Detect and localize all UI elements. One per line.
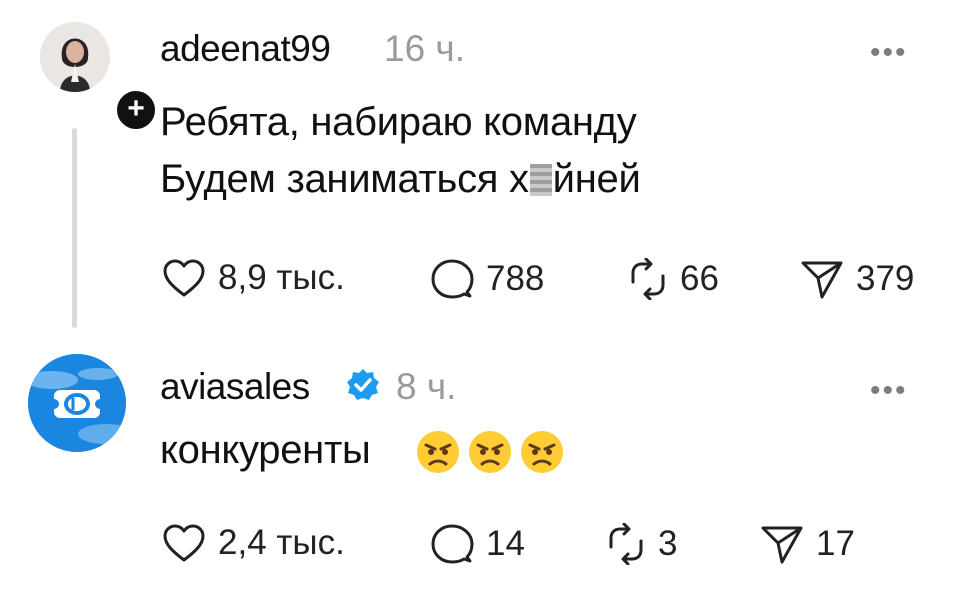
repost-icon [609,523,643,565]
verified-badge-icon [347,369,379,400]
angry-face-icon [417,431,459,473]
angry-face-icon [521,431,563,473]
comment-bubble-icon [431,259,474,299]
timestamp: 8 ч. [396,366,457,407]
follow-plus-icon[interactable]: + [113,87,159,133]
username[interactable]: aviasales [160,366,310,408]
like-button[interactable]: 2,4 тыс. [162,523,345,563]
like-count: 8,9 тыс. [218,258,345,297]
angry-face-icon [469,431,511,473]
post-text-line-1: Ребята, набираю команду [160,100,637,144]
share-count: 17 [816,524,855,563]
more-options-button[interactable]: ••• [870,376,908,406]
share-button[interactable]: 379 [800,258,914,300]
avatar[interactable]: + [40,22,159,133]
repost-count: 66 [680,259,719,298]
comment-button[interactable]: 788 [430,258,544,300]
username[interactable]: adeenat99 [160,28,331,70]
thread-line [72,128,77,328]
comment-bubble-icon [431,524,474,564]
send-icon [761,526,803,564]
censor-blur [529,164,552,196]
timestamp: 16 ч. [384,28,465,69]
more-options-button[interactable]: ••• [870,38,908,68]
post-text-line-1: конкуренты [160,428,371,472]
post-adeenat99: + adeenat99 16 ч. ••• Ребята, набираю ко… [0,0,960,340]
repost-button[interactable]: 66 [628,258,719,300]
post-text-line-2: Будем заниматься х йней [160,157,641,202]
send-icon [801,261,843,299]
like-button[interactable]: 8,9 тыс. [162,258,345,298]
comment-button[interactable]: 14 [430,523,525,565]
post-text-fragment: Будем заниматься х [160,157,529,201]
like-count: 2,4 тыс. [218,523,345,562]
heart-icon [163,524,205,562]
heart-icon [163,259,205,297]
repost-count: 3 [658,524,678,563]
comment-count: 14 [486,524,525,563]
share-button[interactable]: 17 [760,523,855,565]
repost-button[interactable]: 3 [606,523,677,565]
share-count: 379 [856,259,915,298]
repost-icon [631,258,665,300]
comment-count: 788 [486,259,545,298]
post-text-fragment: йней [552,157,641,201]
avatar-photo [40,22,110,92]
